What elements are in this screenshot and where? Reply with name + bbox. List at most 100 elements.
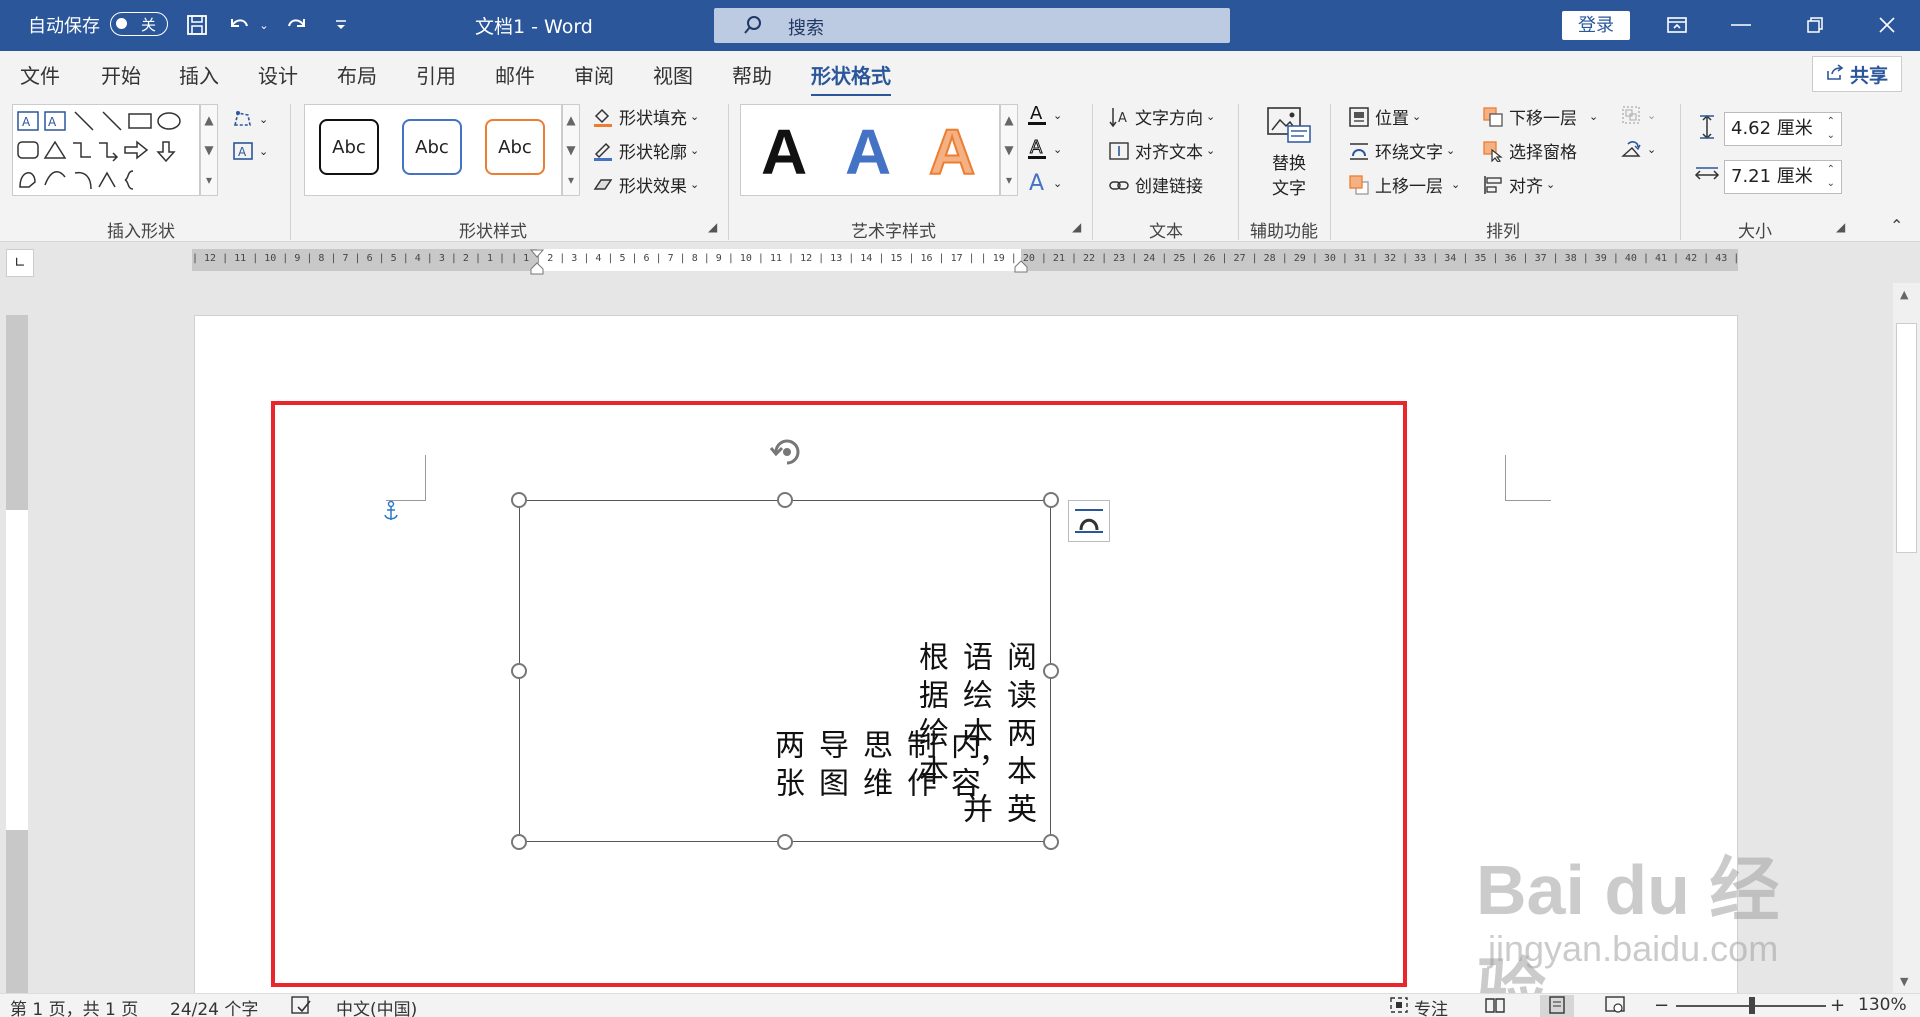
shape-outline-button[interactable]: 形状轮廓 ⌄	[590, 138, 699, 163]
restore-icon[interactable]	[1798, 8, 1832, 42]
group-separator	[290, 104, 291, 240]
height-spinner-icon[interactable]: ⌃ ⌄	[1827, 115, 1835, 143]
vertical-ruler[interactable]	[6, 315, 28, 995]
tab-review[interactable]: 审阅	[574, 60, 614, 89]
horizontal-ruler[interactable]: | 12 | 11 | 10 | 9 | 8 | 7 | 6 | 5 | 4 |…	[192, 249, 1738, 275]
focus-icon[interactable]	[1388, 995, 1410, 1017]
search-box[interactable]: 搜索	[714, 8, 1230, 43]
wordart-launcher-icon[interactable]: ◢	[1072, 220, 1081, 234]
right-indent-marker-icon[interactable]	[1014, 259, 1028, 273]
tab-layout[interactable]: 布局	[337, 60, 377, 89]
send-backward-button[interactable]: 下移一层 ⌄	[1480, 104, 1598, 129]
tab-help[interactable]: 帮助	[732, 60, 772, 89]
shape-styles-launcher-icon[interactable]: ◢	[708, 220, 717, 234]
alt-text-button[interactable]: 替换 文字	[1262, 106, 1316, 206]
shape-height-field[interactable]: 4.62 厘米 ⌃ ⌄	[1724, 112, 1842, 146]
link-icon	[1106, 174, 1132, 196]
word-count[interactable]: 24/24 个字	[170, 995, 258, 1017]
undo-dropdown-icon[interactable]: ⌄	[256, 8, 272, 42]
focus-label[interactable]: 专注	[1414, 995, 1448, 1017]
proofing-icon[interactable]	[290, 995, 312, 1017]
save-icon[interactable]	[180, 8, 214, 42]
zoom-level[interactable]: 130%	[1858, 995, 1907, 1015]
share-button[interactable]: 共享	[1812, 56, 1902, 92]
language[interactable]: 中文(中国)	[336, 995, 417, 1017]
shapes-gallery[interactable]: A A	[12, 104, 200, 196]
ruler-text-area	[6, 510, 28, 830]
position-button[interactable]: 位置 ⌄	[1346, 104, 1421, 129]
scrollbar-thumb[interactable]	[1896, 323, 1917, 553]
text-effects-button[interactable]: A ⌄	[1024, 171, 1062, 195]
page-count[interactable]: 第 1 页，共 1 页	[10, 995, 138, 1017]
wordart-scroll[interactable]: ▲ ▼ ▾	[1000, 104, 1018, 196]
tab-mailings[interactable]: 邮件	[495, 60, 535, 89]
shape-style-blue[interactable]: Abc	[402, 119, 462, 175]
login-button[interactable]: 登录	[1562, 11, 1630, 40]
rotate-button[interactable]: ⌄	[1618, 138, 1656, 160]
close-icon[interactable]	[1870, 8, 1904, 42]
zoom-in-icon[interactable]: +	[1830, 995, 1845, 1016]
svg-text:A: A	[1030, 103, 1043, 124]
shape-width-field[interactable]: 7.21 厘米 ⌃ ⌄	[1724, 160, 1842, 194]
size-launcher-icon[interactable]: ◢	[1836, 220, 1845, 234]
autosave-toggle[interactable]: 关	[110, 12, 168, 36]
tab-file[interactable]: 文件	[20, 60, 60, 89]
bring-forward-button[interactable]: 上移一层 ⌄	[1346, 172, 1460, 197]
minimize-icon[interactable]	[1724, 8, 1758, 42]
zoom-out-icon[interactable]: −	[1654, 995, 1669, 1016]
redo-icon[interactable]	[280, 8, 314, 42]
wordart-black[interactable]: A	[761, 115, 807, 189]
undo-icon[interactable]	[222, 8, 256, 42]
tab-design[interactable]: 设计	[258, 60, 298, 89]
wordart-orange[interactable]: A	[928, 115, 976, 189]
group-objects-button[interactable]: ⌄	[1618, 104, 1656, 126]
shapes-gallery-scroll[interactable]: ▲ ▼ ▾	[200, 104, 218, 196]
scroll-up-icon[interactable]: ▲	[1900, 288, 1908, 301]
align-button[interactable]: 对齐 ⌄	[1480, 172, 1555, 197]
draw-textbox-button[interactable]: A ⌄	[230, 140, 268, 162]
scroll-down-icon[interactable]: ▼	[1900, 975, 1908, 988]
customize-toolbar-icon[interactable]	[324, 8, 358, 42]
group-separator	[1680, 104, 1681, 240]
group-separator	[1238, 104, 1239, 240]
vertical-scrollbar[interactable]: ▲ ▼	[1893, 283, 1920, 995]
web-layout-icon[interactable]	[1604, 995, 1626, 1017]
shape-styles-scroll[interactable]: ▲ ▼ ▾	[562, 104, 580, 196]
text-direction-button[interactable]: A 文字方向 ⌄	[1106, 104, 1215, 129]
svg-text:A: A	[1029, 171, 1044, 195]
tab-references[interactable]: 引用	[416, 60, 456, 89]
zoom-slider-thumb[interactable]	[1749, 997, 1755, 1014]
shape-style-orange[interactable]: Abc	[485, 119, 545, 175]
shape-fill-button[interactable]: 形状填充 ⌄	[590, 104, 699, 129]
wordart-gallery[interactable]: A A A	[740, 104, 1000, 196]
edit-shape-button[interactable]: ⌄	[230, 108, 268, 130]
indent-marker-icon[interactable]	[530, 249, 544, 275]
highlight-box	[271, 401, 1407, 987]
read-mode-icon[interactable]	[1484, 995, 1506, 1017]
selection-pane-button[interactable]: 选择窗格	[1480, 138, 1577, 163]
tab-home[interactable]: 开始	[101, 60, 141, 89]
search-icon	[742, 14, 764, 41]
wrap-text-icon	[1346, 140, 1372, 162]
bring-forward-label: 上移一层	[1375, 177, 1443, 197]
print-layout-icon[interactable]	[1540, 995, 1574, 1017]
text-outline-button[interactable]: A ⌄	[1024, 137, 1062, 160]
shape-style-black[interactable]: Abc	[319, 119, 379, 175]
ribbon-display-options-icon[interactable]	[1660, 8, 1694, 42]
collapse-ribbon-icon[interactable]: ⌃	[1890, 216, 1903, 235]
align-text-icon	[1106, 140, 1132, 162]
wrap-text-button[interactable]: 环绕文字 ⌄	[1346, 138, 1455, 163]
shape-styles-gallery[interactable]: Abc Abc Abc	[304, 104, 562, 196]
width-spinner-icon[interactable]: ⌃ ⌄	[1827, 163, 1835, 191]
position-label: 位置	[1375, 109, 1409, 129]
shape-effects-button[interactable]: 形状效果 ⌄	[590, 172, 699, 197]
wordart-blue[interactable]: A	[845, 115, 891, 189]
tab-shape-format[interactable]: 形状格式	[811, 60, 891, 97]
tab-view[interactable]: 视图	[653, 60, 693, 89]
text-fill-button[interactable]: A ⌄	[1024, 103, 1062, 126]
tab-selector-icon[interactable]: ∟	[6, 249, 34, 277]
create-link-button[interactable]: 创建链接	[1106, 172, 1203, 197]
shapes-grid-icon[interactable]: A A	[15, 107, 197, 195]
align-text-button[interactable]: 对齐文本 ⌄	[1106, 138, 1215, 163]
tab-insert[interactable]: 插入	[179, 60, 219, 89]
